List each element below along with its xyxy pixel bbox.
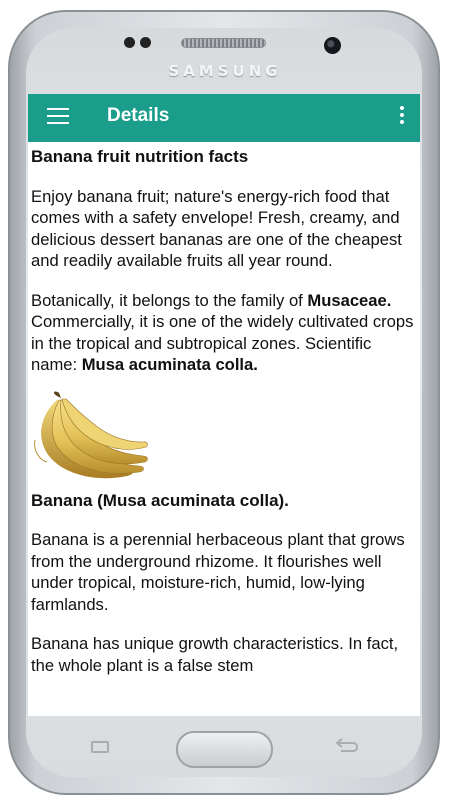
app-screen: Details Banana fruit nutrition facts Enj… — [28, 94, 420, 716]
paragraph-2-text-1: Botanically, it belongs to the family of — [31, 290, 308, 310]
app-bar: Details — [28, 94, 420, 142]
front-camera — [324, 37, 341, 54]
article-paragraph-2: Botanically, it belongs to the family of… — [31, 290, 419, 376]
earpiece-speaker — [181, 38, 266, 48]
paragraph-2-bold-1: Musaceae. — [307, 290, 392, 310]
sensor-dots — [124, 37, 151, 48]
article-paragraph-3: Banana is a perennial herbaceous plant t… — [31, 530, 405, 614]
page-title: Details — [107, 105, 170, 126]
hamburger-menu-icon[interactable] — [47, 108, 69, 126]
article-heading: Banana fruit nutrition facts — [31, 147, 249, 166]
article-paragraph-4: Banana has unique growth characteristics… — [31, 634, 399, 675]
paragraph-2-bold-2: Musa acuminata colla. — [81, 355, 258, 374]
image-caption: Banana (Musa acuminata colla). — [31, 490, 289, 510]
back-arrow-icon[interactable] — [333, 738, 359, 756]
article-content[interactable]: Banana fruit nutrition facts Enjoy banan… — [31, 146, 419, 676]
recent-apps-icon[interactable] — [91, 741, 109, 753]
more-vertical-icon[interactable] — [396, 104, 408, 130]
device-brand: SAMSUNG — [168, 62, 282, 80]
banana-bunch-image — [34, 391, 148, 478]
article-paragraph-1: Enjoy banana fruit; nature's energy-rich… — [31, 186, 402, 271]
home-button[interactable] — [176, 731, 273, 768]
